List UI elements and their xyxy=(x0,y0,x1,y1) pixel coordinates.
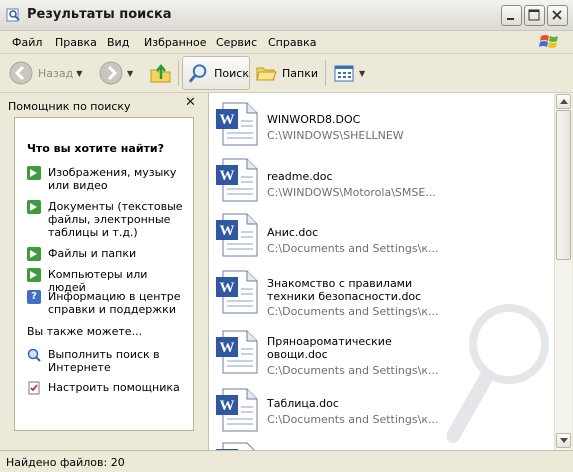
menu-tools[interactable]: Сервис xyxy=(216,36,257,49)
internet-search-icon xyxy=(27,348,41,362)
result-path: C:\Documents and Settings\к... xyxy=(267,364,439,377)
help-icon: ? xyxy=(27,290,41,304)
scroll-up-button[interactable] xyxy=(556,94,571,109)
results-pane: W WINWORD8.DOC C:\WINDOWS\SHELLNEW W rea… xyxy=(208,93,555,450)
word-document-icon: W xyxy=(216,330,258,374)
option-files-folders[interactable]: Файлы и папки xyxy=(27,247,187,261)
result-path: C:\WINDOWS\SHELLNEW xyxy=(267,129,404,142)
title-bar: Результаты поиска xyxy=(0,0,573,31)
result-item-partial[interactable] xyxy=(209,437,549,450)
option-documents[interactable]: Документы (текстовые файлы, электронные … xyxy=(27,200,187,239)
settings-check-icon xyxy=(27,381,41,395)
up-folder-button[interactable] xyxy=(148,56,174,90)
search-companion-header: Помощник по поиску xyxy=(8,100,131,113)
scroll-thumb[interactable] xyxy=(556,110,571,260)
result-path: C:\Documents and Settings\к... xyxy=(267,413,439,426)
status-bar: Найдено файлов: 20 xyxy=(0,450,573,472)
toolbar: Назад ▼ ▼ Поиск Папки ▼ xyxy=(0,54,573,93)
word-document-icon: W xyxy=(216,388,258,432)
close-button[interactable] xyxy=(547,5,568,26)
back-arrow-icon xyxy=(9,61,33,85)
svg-text:W: W xyxy=(220,223,235,239)
views-button[interactable]: ▼ xyxy=(332,56,365,90)
option-internet-search[interactable]: Выполнить поиск в Интернете xyxy=(27,348,187,374)
result-name: WINWORD8.DOC xyxy=(267,113,361,126)
menu-file[interactable]: Файл xyxy=(12,36,42,49)
word-document-icon: W xyxy=(216,102,258,146)
minimize-button[interactable] xyxy=(501,5,522,26)
search-button[interactable]: Поиск xyxy=(182,56,250,90)
windows-logo-icon xyxy=(539,35,558,48)
views-dropdown-icon[interactable]: ▼ xyxy=(359,69,365,78)
forward-arrow-icon xyxy=(99,61,123,85)
option-media[interactable]: Изображения, музыку или видео xyxy=(27,166,187,192)
option-help-center[interactable]: ? Информацию в центре справки и поддержк… xyxy=(27,290,187,316)
back-button[interactable]: Назад ▼ xyxy=(8,56,82,90)
result-path: C:\Documents and Settings\к... xyxy=(267,305,439,318)
folders-button[interactable]: Папки xyxy=(254,56,318,90)
magnifier-icon xyxy=(188,64,207,83)
menu-help[interactable]: Справка xyxy=(268,36,316,49)
word-document-icon: W xyxy=(216,270,258,314)
svg-text:W: W xyxy=(220,340,235,356)
word-document-icon: W xyxy=(216,158,258,202)
search-options-card: Что вы хотите найти? Изображения, музыку… xyxy=(14,117,194,431)
menu-bar: Файл Правка Вид Избранное Сервис Справка xyxy=(0,31,573,54)
up-folder-icon xyxy=(150,63,171,83)
search-companion-pane: Помощник по поиску ✕ Что вы хотите найти… xyxy=(0,93,202,450)
svg-text:W: W xyxy=(220,398,235,414)
vertical-scrollbar[interactable] xyxy=(554,93,572,450)
result-name: Таблица.doc xyxy=(267,397,339,410)
window-title: Результаты поиска xyxy=(27,7,172,22)
search-question: Что вы хотите найти? xyxy=(27,142,164,155)
word-document-icon: W xyxy=(216,213,258,257)
status-text: Найдено файлов: 20 xyxy=(6,456,125,469)
search-window-icon xyxy=(6,8,20,22)
result-item[interactable]: W WINWORD8.DOC C:\WINDOWS\SHELLNEW xyxy=(209,97,549,153)
result-item[interactable]: W Знакомство с правилами техники безопас… xyxy=(209,265,549,323)
svg-text:W: W xyxy=(220,280,235,296)
option-configure-assistant[interactable]: Настроить помощника xyxy=(27,381,187,395)
back-dropdown-icon[interactable]: ▼ xyxy=(76,69,82,78)
forward-dropdown-icon[interactable]: ▼ xyxy=(127,69,133,78)
result-item[interactable]: W readme.doc C:\WINDOWS\Motorola\SMSE... xyxy=(209,153,549,209)
maximize-button[interactable] xyxy=(524,5,545,26)
close-pane-icon[interactable]: ✕ xyxy=(185,95,196,110)
also-header: Вы также можете... xyxy=(27,325,143,338)
result-item[interactable]: W Таблица.doc C:\Documents and Settings\… xyxy=(209,383,549,439)
scroll-down-button[interactable] xyxy=(556,433,571,448)
result-path: C:\Documents and Settings\к... xyxy=(267,242,439,255)
green-arrow-icon xyxy=(27,200,41,214)
green-arrow-icon xyxy=(27,268,41,282)
views-icon xyxy=(334,65,354,82)
toolbar-separator xyxy=(178,60,179,86)
search-results-window: Результаты поиска Файл Правка Вид Избран… xyxy=(0,0,573,472)
menu-edit[interactable]: Правка xyxy=(55,36,97,49)
result-item[interactable]: W Анис.doc C:\Documents and Settings\к..… xyxy=(209,208,549,264)
toolbar-separator xyxy=(325,60,326,86)
green-arrow-icon xyxy=(27,247,41,261)
result-name: Знакомство с правилами техники безопасно… xyxy=(267,277,422,303)
result-name: Пряноароматические овощи.doc xyxy=(267,335,392,361)
folders-icon xyxy=(256,67,277,81)
menu-favorites[interactable]: Избранное xyxy=(144,36,206,49)
result-name: Анис.doc xyxy=(267,226,319,239)
svg-text:W: W xyxy=(220,168,235,184)
green-arrow-icon xyxy=(27,166,41,180)
word-document-icon xyxy=(216,442,255,450)
svg-text:W: W xyxy=(220,112,235,128)
forward-button[interactable]: ▼ xyxy=(98,56,133,90)
result-path: C:\WINDOWS\Motorola\SMSE... xyxy=(267,186,436,199)
result-item[interactable]: W Пряноароматические овощи.doc C:\Docume… xyxy=(209,325,549,383)
result-name: readme.doc xyxy=(267,170,333,183)
menu-view[interactable]: Вид xyxy=(107,36,129,49)
